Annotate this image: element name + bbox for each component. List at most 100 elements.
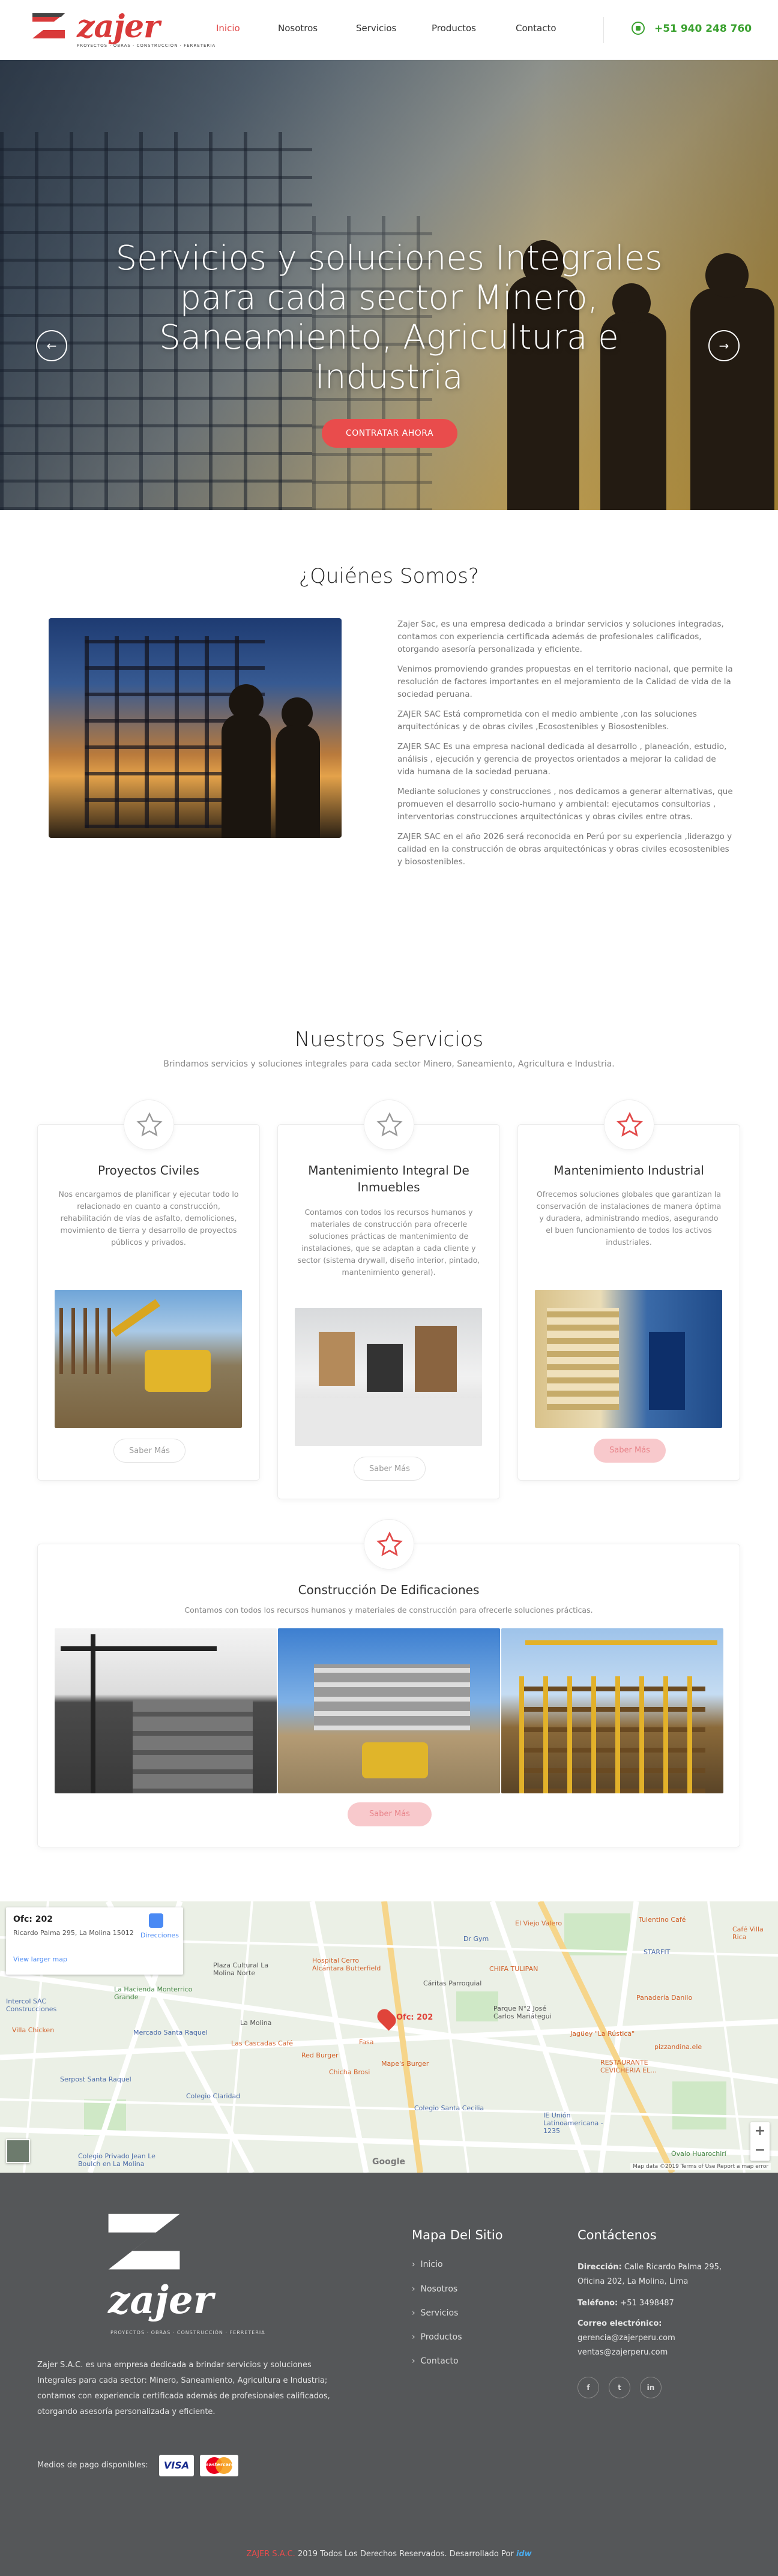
map-place: Intercol SAC Construcciones bbox=[6, 1997, 57, 2013]
star-outline-icon bbox=[376, 1112, 403, 1137]
about-text: Zajer Sac, es una empresa dedicada a bri… bbox=[397, 618, 734, 876]
map-place-title: Ofc: 202 bbox=[13, 1915, 53, 1924]
hire-now-button[interactable]: CONTRATAR AHORA bbox=[322, 419, 457, 448]
map-place: RESTAURANTE CEVICHERIA EL... bbox=[600, 2059, 657, 2074]
service-text: Ofrecemos soluciones globales que garant… bbox=[536, 1190, 722, 1247]
service-card: Mantenimiento Integral De Inmuebles Cont… bbox=[277, 1100, 500, 1499]
about-paragraph: ZAJER SAC Es una empresa nacional dedica… bbox=[397, 742, 727, 777]
map-place: Café Villa Rica bbox=[732, 1925, 764, 1941]
contact-email[interactable]: ventas@zajerperu.com bbox=[577, 2348, 668, 2357]
google-logo: Google bbox=[372, 2157, 406, 2167]
map-attribution[interactable]: Map data ©2019 Terms of Use Report a map… bbox=[630, 2163, 771, 2170]
developer-logo: idw bbox=[516, 2550, 532, 2559]
about-paragraph: Venimos promoviendo grandes propuestas e… bbox=[397, 664, 733, 699]
service-text: Contamos con todos los recursos humanos … bbox=[297, 1208, 480, 1277]
map-place: Serpost Santa Raquel bbox=[60, 2075, 131, 2083]
logo[interactable]: zajer PROYECTOS · OBRAS · CONSTRUCCIÓN ·… bbox=[30, 8, 215, 49]
star-red-icon bbox=[376, 1532, 403, 1556]
footer-logo-word: zajer bbox=[108, 2278, 214, 2323]
location-map[interactable]: Ofc: 202 El Viejo Valero Tulentino Café … bbox=[0, 1901, 778, 2173]
map-place: La Hacienda Monterrico Grande bbox=[114, 1985, 193, 2001]
services-subtitle: Brindamos servicios y soluciones integra… bbox=[163, 1059, 615, 1069]
header-divider bbox=[603, 17, 604, 43]
twitter-icon[interactable]: t bbox=[609, 2377, 630, 2398]
map-place: Chicha Brosi bbox=[329, 2068, 370, 2076]
logo-word: zajer bbox=[77, 8, 160, 45]
visa-logo: VISA bbox=[159, 2455, 194, 2476]
service-card: Construcción De Edificaciones Contamos c… bbox=[37, 1519, 740, 1847]
map-place: Las Cascadas Café bbox=[231, 2039, 294, 2047]
zoom-controls: + − bbox=[750, 2122, 770, 2161]
zoom-in-icon[interactable]: + bbox=[750, 2122, 770, 2141]
footer-link-contacto[interactable]: › Contacto bbox=[412, 2356, 459, 2366]
directions-link[interactable]: Direcciones bbox=[140, 1931, 179, 1939]
contact-email-label: Correo electrónico: bbox=[577, 2319, 662, 2328]
arrow-right-icon[interactable]: → bbox=[708, 330, 740, 361]
service-image bbox=[55, 1628, 277, 1793]
map-place: Dr Gym bbox=[463, 1935, 489, 1943]
services-title: Nuestros Servicios bbox=[294, 1028, 484, 1052]
footer-about: Zajer S.A.C. es una empresa dedicada a b… bbox=[37, 2361, 330, 2416]
map-place: Panadería Danilo bbox=[636, 1994, 693, 2002]
map-place: Villa Chicken bbox=[12, 2026, 55, 2034]
phone-number[interactable]: +51 940 248 760 bbox=[654, 23, 752, 35]
footer-logo-tagline: PROYECTOS · OBRAS · CONSTRUCCIÓN · FERRE… bbox=[110, 2330, 265, 2335]
map-place: Colegio Santa Cecilia bbox=[414, 2104, 484, 2112]
hero-title: Servicios y soluciones Integrales para c… bbox=[115, 239, 663, 397]
about-paragraph: ZAJER SAC en el año 2026 será reconocida… bbox=[397, 832, 732, 867]
map-place: Red Burger bbox=[301, 2051, 339, 2059]
map-place: La Molina bbox=[240, 2019, 272, 2027]
nav-nosotros[interactable]: Nosotros bbox=[278, 23, 318, 34]
learn-more-button[interactable]: Saber Más bbox=[348, 1802, 432, 1826]
map-place: IE Unión Latinoamericana - 1235 bbox=[543, 2111, 603, 2135]
nav-contacto[interactable]: Contacto bbox=[516, 23, 556, 34]
copyright: ZAJER S.A.C. 2019 Todos Los Derechos Res… bbox=[246, 2550, 532, 2559]
linkedin-icon[interactable]: in bbox=[640, 2377, 662, 2398]
service-title: Mantenimiento Integral De Inmuebles bbox=[308, 1163, 469, 1194]
nav-inicio[interactable]: Inicio bbox=[216, 23, 240, 34]
arrow-left-icon[interactable]: ← bbox=[36, 330, 67, 361]
zoom-out-icon[interactable]: − bbox=[750, 2141, 770, 2161]
contact-address: Dirección: Calle Ricardo Palma 295, Ofic… bbox=[577, 2263, 722, 2286]
footer-link-inicio[interactable]: › Inicio bbox=[412, 2260, 443, 2269]
footer-link-servicios[interactable]: › Servicios bbox=[412, 2308, 458, 2318]
map-place: Hospital Cerro Alcántara Butterfield bbox=[312, 1957, 381, 1972]
about-title: ¿Quiénes Somos? bbox=[299, 564, 479, 588]
footer-logo-mark-icon bbox=[102, 2209, 186, 2275]
footer-link-nosotros[interactable]: › Nosotros bbox=[412, 2284, 457, 2294]
site-header: zajer PROYECTOS · OBRAS · CONSTRUCCIÓN ·… bbox=[0, 0, 778, 60]
about-paragraph: ZAJER SAC Está comprometida con el medio… bbox=[397, 709, 697, 732]
logo-tagline: PROYECTOS · OBRAS · CONSTRUCCIÓN · FERRE… bbox=[77, 43, 216, 48]
service-image bbox=[55, 1290, 242, 1428]
satellite-toggle[interactable] bbox=[6, 2139, 30, 2163]
service-image bbox=[278, 1628, 500, 1793]
directions-icon[interactable] bbox=[149, 1913, 163, 1928]
map-place: Cáritas Parroquial bbox=[423, 1979, 482, 1987]
nav-productos[interactable]: Productos bbox=[432, 23, 476, 34]
footer-link-productos[interactable]: › Productos bbox=[412, 2332, 462, 2342]
map-place: STARFIT bbox=[644, 1948, 671, 1956]
nav-servicios[interactable]: Servicios bbox=[356, 23, 396, 34]
contact-title: Contáctenos bbox=[577, 2228, 657, 2242]
hero-slider: Servicios y soluciones Integrales para c… bbox=[0, 60, 778, 510]
view-larger-map-link[interactable]: View larger map bbox=[13, 1955, 67, 1963]
map-place: Óvalo Huarochirí bbox=[671, 2150, 726, 2158]
service-text: Contamos con todos los recursos humanos … bbox=[184, 1605, 593, 1615]
learn-more-button[interactable]: Saber Más bbox=[113, 1439, 185, 1463]
map-place: Mercado Santa Raquel bbox=[133, 2029, 208, 2036]
learn-more-button[interactable]: Saber Más bbox=[354, 1457, 426, 1481]
about-paragraph: Zajer Sac, es una empresa dedicada a bri… bbox=[397, 619, 724, 654]
star-outline-icon bbox=[136, 1112, 163, 1137]
facebook-icon[interactable]: f bbox=[577, 2377, 599, 2398]
map-place-address: Ricardo Palma 295, La Molina 15012 bbox=[13, 1929, 134, 1937]
map-place: Parque N°2 José Carlos Mariátegui bbox=[493, 2005, 552, 2020]
map-pin-label: Ofc: 202 bbox=[396, 2013, 433, 2022]
whatsapp-icon[interactable] bbox=[632, 22, 645, 35]
service-title: Construcción De Edificaciones bbox=[298, 1583, 480, 1597]
map-place: Colegio Claridad bbox=[186, 2092, 241, 2100]
worker-silhouette bbox=[690, 288, 774, 510]
service-title: Mantenimiento Industrial bbox=[553, 1163, 704, 1178]
map-place: Fasa bbox=[359, 2038, 374, 2046]
learn-more-button[interactable]: Saber Más bbox=[594, 1439, 666, 1463]
contact-email[interactable]: gerencia@zajerperu.com bbox=[577, 2334, 675, 2343]
